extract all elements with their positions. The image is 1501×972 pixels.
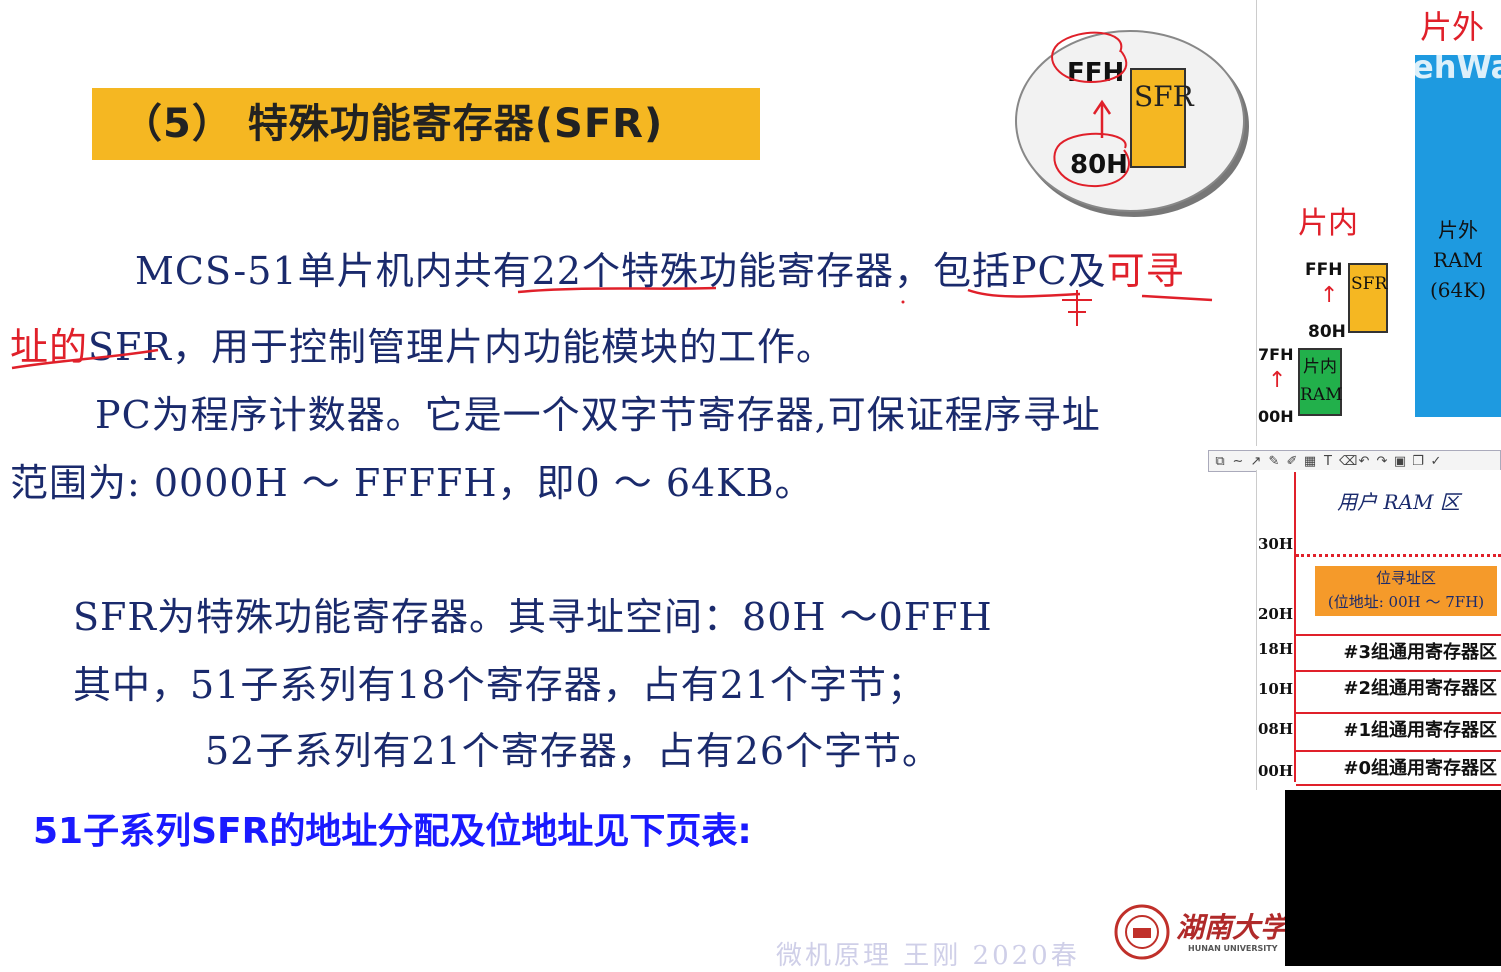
line-icon[interactable]: ↗ (1249, 454, 1263, 469)
save-icon[interactable]: ▣ (1393, 454, 1407, 469)
slide-footer: 微机原理 王刚 2020春 (776, 941, 1080, 971)
bottom-note: 51子系列SFR的地址分配及位地址见下页表: (33, 811, 752, 852)
para3-line1: SFR为特殊功能寄存器。其寻址空间：80H ～0FFH (73, 595, 993, 639)
bit-area-l2: (位地址: 00H ～ 7FH) (1327, 593, 1485, 611)
offchip-ram-label-l1: 片外 (1438, 218, 1478, 242)
slide-title: （5） 特殊功能寄存器(SFR) (92, 88, 760, 160)
reg-bank-3: #3组通用寄存器区 (1296, 634, 1501, 670)
curve-icon[interactable]: ∼ (1231, 454, 1245, 469)
onchip-title: 片内 (1298, 206, 1358, 241)
panel-7fh-label: 7FH (1258, 345, 1294, 364)
diagram-ffh-label: FFH (1067, 58, 1125, 88)
panel-arrow-up-icon: ↑ (1320, 283, 1339, 308)
panel-80h-label: 80H (1308, 322, 1346, 342)
offchip-ram-label-l2: RAM (1433, 248, 1483, 272)
bit-area-l1: 位寻址区 (1375, 569, 1436, 587)
black-video-area (1285, 790, 1501, 966)
para1-line2: 址的SFR，用于控制管理片内功能模块的工作。 (10, 316, 835, 371)
offchip-ram-label: 片外 RAM (64K) (1415, 215, 1501, 305)
addr-30h: 30H (1258, 535, 1294, 553)
addr-10h: 10H (1258, 680, 1294, 698)
university-logo-sub: HUNAN UNIVERSITY (1188, 944, 1278, 953)
rect-select-icon[interactable]: ⧉ (1213, 454, 1227, 469)
addr-20h: 20H (1258, 605, 1294, 623)
panel-arrow-up-icon-2: ↑ (1268, 368, 1287, 393)
para3-line3: 52子系列有21个寄存器，占有26个字节。 (205, 729, 942, 773)
panel-00h-label: 00H (1258, 407, 1294, 426)
university-seal-icon (1114, 904, 1170, 960)
addr-08h: 08H (1258, 720, 1294, 738)
onchip-ram-l2: RAM (1300, 385, 1343, 405)
diagram-80h-label: 80H (1070, 150, 1128, 180)
eraser-icon[interactable]: ⌫ (1339, 454, 1357, 469)
offchip-ram-label-l3: (64K) (1430, 278, 1486, 302)
addr-18h: 18H (1258, 640, 1294, 658)
check-icon[interactable]: ✓ (1429, 454, 1443, 469)
copy-icon[interactable]: ❐ (1411, 454, 1425, 469)
panel-ffh-label: FFH (1305, 260, 1343, 280)
annotation-toolbar: ⧉ ∼ ↗ ✎ ✐ ▦ T ⌫ ↶ ↷ ▣ ❐ ✓ (1208, 450, 1501, 472)
reg-bank-1: #1组通用寄存器区 (1296, 712, 1501, 748)
highlighter-icon[interactable]: ✐ (1285, 454, 1299, 469)
para1-line1: MCS-51单片机内共有22个特殊功能寄存器，包括PC及可寻 (135, 240, 1185, 295)
grid-icon[interactable]: ▦ (1303, 454, 1317, 469)
user-ram-area-label: 用户 RAM 区 (1337, 490, 1460, 514)
ram-map-dotted-divider (1296, 554, 1501, 557)
pen-icon[interactable]: ✎ (1267, 454, 1281, 469)
para2-line1: PC为程序计数器。它是一个双字节寄存器,可保证程序寻址 (95, 393, 1101, 437)
addr-00h: 00H (1258, 762, 1294, 780)
bit-addressable-area: 位寻址区 (位地址: 00H ～ 7FH) (1315, 566, 1497, 616)
reg-bank-2: #2组通用寄存器区 (1296, 670, 1501, 706)
diagram-sfr-label: SFR (1134, 80, 1194, 113)
text-icon[interactable]: T (1321, 454, 1335, 469)
para1-line2-text: SFR，用于控制管理片内功能模块的工作。 (88, 325, 836, 369)
panel-sfr-label: SFR (1351, 274, 1388, 294)
watermark-text: ehWa (1412, 48, 1501, 86)
redo-icon[interactable]: ↷ (1375, 454, 1389, 469)
offchip-title: 片外 (1420, 8, 1485, 46)
para1-line2-red: 址的 (10, 325, 89, 369)
university-logo-text: 湖南大学 (1176, 911, 1289, 944)
para3-line2: 其中，51子系列有18个寄存器，占有21个字节； (73, 663, 927, 707)
para2-line2: 范围为: 0000H ～ FFFFH，即0 ～ 64KB。 (10, 461, 814, 505)
slide-canvas: （5） 特殊功能寄存器(SFR) SFR FFH 80H MCS-51单片机内共… (0, 0, 1289, 971)
reg-bank-0: #0组通用寄存器区 (1296, 750, 1501, 786)
undo-icon[interactable]: ↶ (1357, 454, 1371, 469)
para1-line1-text: MCS-51单片机内共有22个特殊功能寄存器，包括PC及 (135, 249, 1107, 293)
panel-onchip-ram-box: 片内 RAM (1298, 348, 1342, 416)
onchip-ram-l1: 片内 (1303, 357, 1337, 377)
para1-line1-red: 可寻 (1106, 249, 1185, 293)
